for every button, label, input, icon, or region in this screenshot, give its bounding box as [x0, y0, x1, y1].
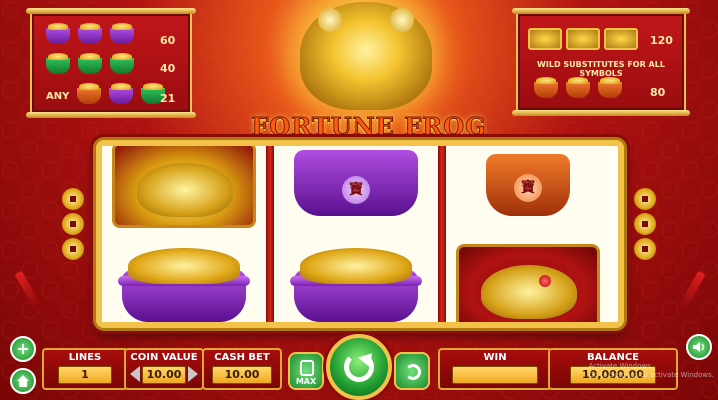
orange-pot-icon — [77, 83, 102, 104]
paytable-left: 60 40 ANY 21 — [26, 8, 196, 118]
cash-bet-panel: CASH BET 10.00 — [202, 348, 282, 390]
paytable-right: 120 WILD SUBSTITUTES FOR ALL SYMBOLS 80 — [512, 8, 690, 116]
purple-pot-icon — [78, 23, 102, 44]
cash-bet-label: CASH BET — [214, 352, 270, 363]
lines-value[interactable]: 1 — [58, 366, 112, 384]
green-pot-icon — [46, 53, 70, 74]
watermark-line2: Go to Settings to activate Windows. — [588, 371, 714, 379]
autoplay-icon — [405, 364, 421, 380]
win-panel: WIN — [438, 348, 552, 390]
windows-activation-watermark: Activate Windows Go to Settings to activ… — [589, 362, 714, 380]
reel-1 — [102, 146, 266, 322]
frog-card-icon — [604, 28, 638, 50]
game-title: FORTUNE FROG — [251, 112, 487, 142]
orange-pot-icon — [598, 77, 622, 98]
coin-value-panel: COIN VALUE 10.00 — [124, 348, 204, 390]
lines-label: LINES — [68, 352, 102, 363]
payout-value: 60 — [160, 34, 176, 47]
reel-2: 寶 — [274, 146, 438, 322]
lines-panel: LINES 1 — [42, 348, 128, 390]
coin-decrease-arrow-icon[interactable] — [130, 366, 140, 382]
pot-glyph: 寶 — [342, 176, 370, 204]
coin-icon — [634, 188, 656, 210]
coin-icon — [62, 188, 84, 210]
orange-pot-symbol: 寶 — [456, 146, 600, 220]
coin-icon — [634, 238, 656, 260]
purple-pot-icon — [46, 23, 70, 44]
green-pot-icon — [110, 53, 134, 74]
reel-3: 寶 — [446, 146, 610, 322]
spin-button[interactable] — [326, 334, 392, 400]
payout-value: 21 — [160, 92, 176, 105]
orange-pot-icon — [534, 77, 558, 98]
wild-substitutes-text: WILD SUBSTITUTES FOR ALL SYMBOLS — [537, 60, 665, 78]
payout-value: 120 — [650, 34, 673, 47]
reel-divider — [438, 146, 446, 322]
coin-stack-icon — [300, 360, 314, 376]
watermark-line1: Activate Windows — [588, 362, 651, 370]
reel-divider — [266, 146, 274, 322]
frog-card-icon — [566, 28, 600, 50]
frog-eye — [539, 275, 551, 287]
pot-glyph: 寶 — [514, 174, 542, 202]
coin-icon — [62, 238, 84, 260]
payout-value: 80 — [650, 86, 666, 99]
frog-card-symbol — [456, 244, 600, 322]
any-label: ANY — [46, 90, 70, 102]
purple-pot-symbol: 寶 — [284, 146, 428, 220]
frog-card-symbol — [112, 146, 256, 228]
purple-pot-icon — [109, 83, 134, 104]
coin-icon — [62, 213, 84, 235]
coin-icon — [634, 213, 656, 235]
cash-bet-value: 10.00 — [212, 366, 272, 384]
coin-value-label: COIN VALUE — [130, 352, 198, 363]
max-label: MAX — [295, 377, 317, 386]
paytable-row — [528, 28, 642, 50]
purple-pot-coins-symbol — [284, 240, 428, 322]
coin-chain-right — [634, 188, 658, 260]
max-bet-button[interactable]: MAX — [288, 352, 324, 390]
paytable-row — [46, 23, 142, 44]
coin-value: 10.00 — [142, 366, 186, 384]
coin-chain-left — [62, 188, 86, 260]
purple-pot-icon — [110, 23, 134, 44]
orange-pot-icon — [566, 77, 590, 98]
reel-frame: 寶 寶 — [96, 140, 624, 328]
paytable-row: ANY — [46, 83, 173, 104]
paytable-row — [46, 53, 142, 74]
purple-pot-coins-symbol — [112, 240, 256, 322]
green-pot-icon — [78, 53, 102, 74]
coin-increase-arrow-icon[interactable] — [188, 366, 198, 382]
payout-value: 40 — [160, 62, 176, 75]
win-label: WIN — [483, 352, 507, 363]
win-value — [452, 366, 538, 384]
golden-frog-logo — [300, 2, 432, 110]
paytable-row — [534, 77, 630, 98]
frog-card-icon — [528, 28, 562, 50]
autoplay-button[interactable] — [394, 352, 430, 390]
